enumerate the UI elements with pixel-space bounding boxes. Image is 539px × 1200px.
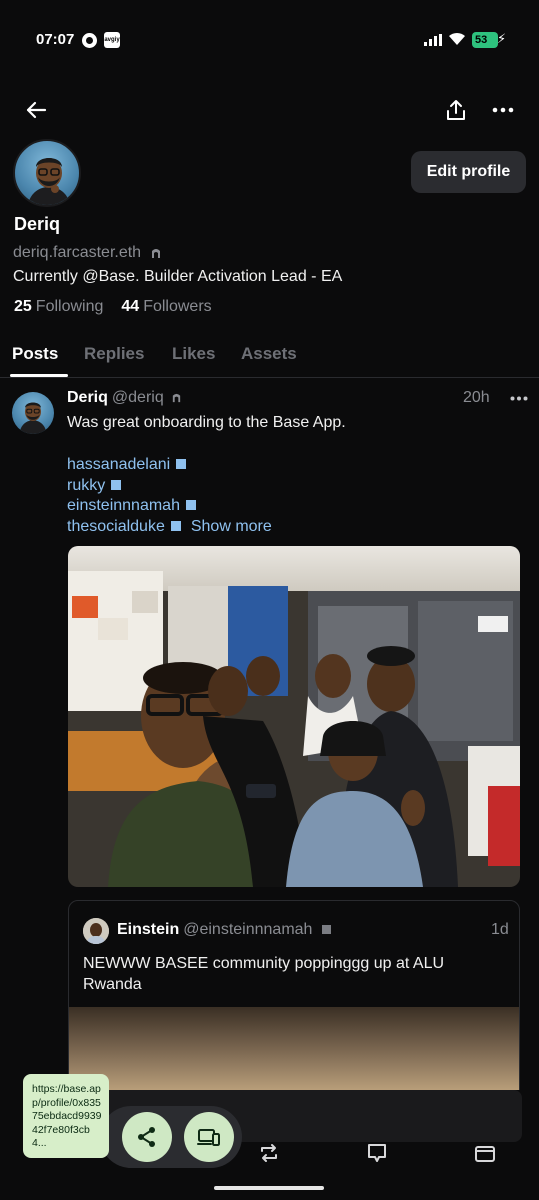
share-link-button[interactable] — [122, 1112, 172, 1162]
profile-tabs: Posts Replies Likes Assets — [0, 340, 539, 378]
base-square-icon — [170, 520, 181, 531]
quote-timestamp: 1d — [491, 921, 509, 938]
group-photo-illustration — [68, 546, 520, 887]
mention-item[interactable]: einsteinnnamah — [67, 496, 272, 517]
quote-author-handle[interactable]: @einsteinnnamah — [183, 921, 312, 938]
verified-arch-icon — [173, 393, 181, 403]
post-author-avatar[interactable] — [12, 392, 54, 434]
show-more-link[interactable]: Show more — [191, 518, 272, 535]
post-author-handle[interactable]: @deriq — [112, 389, 164, 406]
post-photo[interactable] — [68, 546, 520, 887]
active-tab-indicator — [10, 374, 68, 377]
following-stat[interactable]: 25 Following — [14, 298, 103, 316]
post-header: Deriq @deriq — [67, 389, 182, 407]
repost-icon — [261, 1144, 277, 1162]
post-body: Was great onboarding to the Base App. — [67, 414, 346, 431]
base-square-icon — [321, 925, 331, 934]
mention-label: rukky — [67, 476, 106, 494]
following-label: Following — [35, 298, 104, 315]
tab-posts[interactable]: Posts — [12, 344, 58, 364]
status-time: 07:07 — [36, 31, 75, 48]
more-horizontal-icon — [510, 396, 528, 400]
mention-label: einsteinnnamah — [67, 497, 180, 514]
avatar-illustration — [27, 158, 71, 205]
home-indicator — [214, 1186, 324, 1190]
share-nodes-icon — [138, 1127, 155, 1147]
mention-item[interactable]: thesocialduke Show more — [67, 517, 272, 538]
profile-handle: deriq.farcaster.eth — [13, 244, 162, 262]
tab-likes[interactable]: Likes — [172, 344, 215, 364]
avatar-photo — [83, 918, 109, 944]
cellular-signal-icon — [424, 34, 442, 46]
wallet-tab-button[interactable] — [472, 1140, 498, 1166]
status-bar: 07:07 avgiy 53 ⚡ — [0, 0, 539, 80]
quoted-post[interactable]: Einstein @einsteinnnamah 1d NEWWW BASEE c… — [68, 900, 520, 1100]
edit-profile-button[interactable]: Edit profile — [411, 151, 526, 193]
post-mentions: hassanadelani rukky einsteinnnamah theso… — [67, 455, 272, 537]
profile-bio: Currently @Base. Builder Activation Lead… — [13, 268, 343, 285]
mention-label: thesocialduke — [67, 517, 165, 535]
base-square-icon — [185, 500, 196, 510]
share-overlay — [100, 1106, 242, 1168]
more-horizontal-icon — [492, 107, 514, 113]
arrow-left-icon — [26, 101, 47, 119]
battery-indicator: 53 — [472, 32, 498, 48]
quote-author-name[interactable]: Einstein — [117, 921, 179, 938]
app-notification-icon: avgiy — [104, 32, 120, 48]
quote-author-avatar[interactable] — [83, 918, 109, 944]
repost-tab-button[interactable] — [256, 1140, 282, 1166]
follow-stats: 25 Following 44 Followers — [14, 298, 212, 316]
devices-icon — [197, 1129, 220, 1146]
share-button[interactable] — [440, 94, 472, 126]
verified-arch-icon — [151, 248, 160, 258]
avatar-illustration — [19, 402, 47, 434]
base-square-icon — [111, 479, 122, 490]
charging-icon: ⚡ — [497, 31, 507, 46]
mention-label: hassanadelani — [67, 456, 171, 473]
followers-label: Followers — [143, 298, 212, 315]
post-author-name[interactable]: Deriq — [67, 389, 108, 406]
messages-tab-button[interactable] — [364, 1140, 390, 1166]
open-on-device-button[interactable] — [184, 1112, 234, 1162]
back-button[interactable] — [20, 94, 52, 126]
wifi-icon — [449, 32, 465, 45]
followers-stat[interactable]: 44 Followers — [121, 298, 211, 316]
profile-handle-text: deriq.farcaster.eth — [13, 244, 142, 261]
more-options-button[interactable] — [486, 94, 520, 126]
quote-photo[interactable] — [69, 1007, 519, 1099]
tab-assets[interactable]: Assets — [241, 344, 297, 364]
quote-body: NEWWW BASEE community poppinggg up at AL… — [83, 955, 445, 993]
base-square-icon — [176, 459, 187, 469]
share-upload-icon — [447, 100, 465, 120]
post-timestamp: 20h — [463, 389, 490, 406]
copied-url-chip[interactable]: https://base.app/profile/0x83575ebdacd99… — [23, 1074, 109, 1158]
post-more-button[interactable] — [505, 388, 533, 408]
mention-item[interactable]: rukky — [67, 476, 272, 497]
notification-icon — [82, 33, 97, 48]
following-count: 25 — [14, 298, 32, 315]
tab-replies[interactable]: Replies — [84, 344, 144, 364]
profile-avatar[interactable] — [13, 139, 81, 207]
profile-name: Deriq — [14, 214, 61, 234]
mention-item[interactable]: hassanadelani — [67, 455, 272, 476]
wallet-icon — [475, 1146, 495, 1162]
quote-header: Einstein @einsteinnnamah — [117, 921, 331, 939]
chat-bubble-icon — [368, 1144, 386, 1162]
top-navigation — [0, 90, 539, 130]
followers-count: 44 — [121, 298, 140, 315]
